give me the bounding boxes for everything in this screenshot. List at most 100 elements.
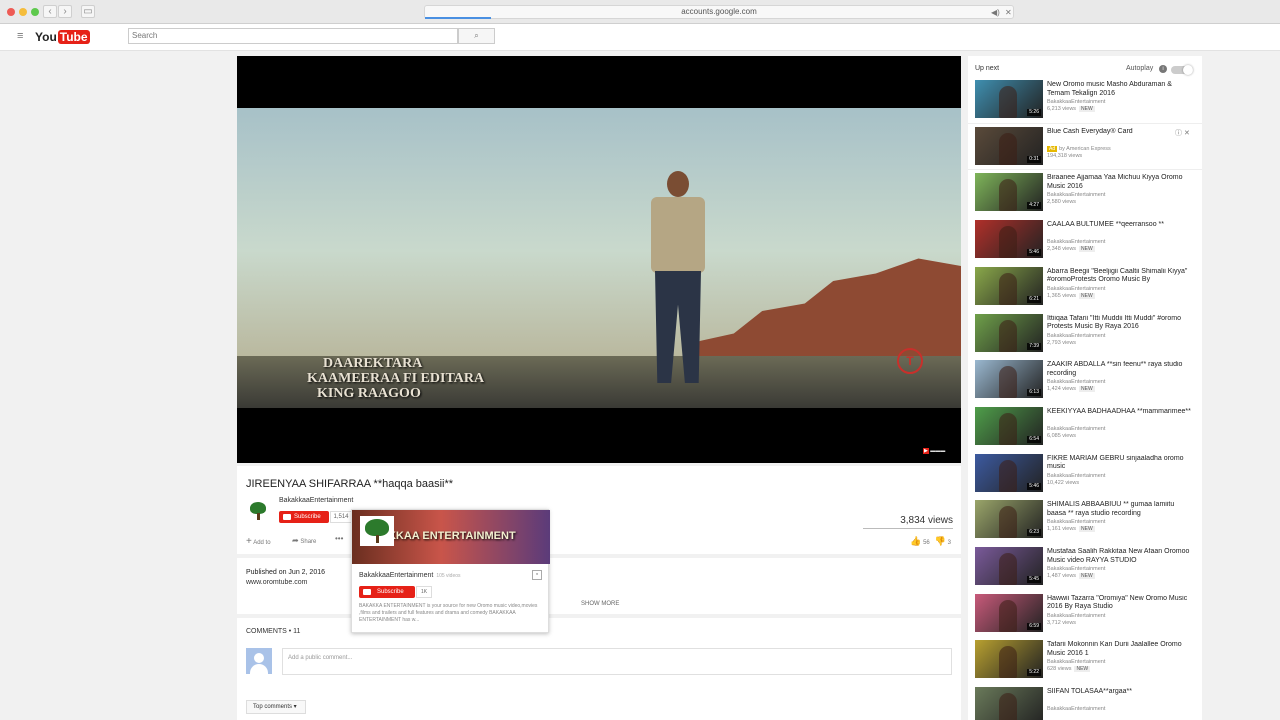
- description-card: Published on Jun 2, 2016 www.oromtube.co…: [237, 558, 961, 614]
- video-meta: 6,213 views NEW: [1047, 106, 1095, 112]
- ad-badge: Ad: [1047, 145, 1058, 152]
- video-channel-name: BakakkaaEntertainment: [1047, 239, 1106, 246]
- like-ratio-bar: [863, 528, 953, 529]
- video-list-item[interactable]: 5:22 Tafarii Mokonnin Kan Durii Jaalallee…: [968, 640, 1202, 684]
- video-list-item[interactable]: 6:23 SHIMALIS ABBAABIUU ** gumaa lamiitu …: [968, 500, 1202, 544]
- video-title[interactable]: Ittiiqaa Tafarii "Itti Muddii Itti Muddi…: [1047, 315, 1195, 332]
- maximize-window-icon[interactable]: [31, 8, 39, 16]
- video-title[interactable]: ZAAKIR ABDALLA **sin feenu** raya studio…: [1047, 361, 1195, 378]
- hovercard-subscribe-button[interactable]: Subscribe: [359, 586, 415, 598]
- video-channel: BakakkaaEntertainment: [1047, 473, 1105, 479]
- search-button[interactable]: ⌕: [458, 28, 495, 44]
- video-list-item[interactable]: 5:26 New Oromo music Masho Abduraman & Te…: [968, 80, 1202, 124]
- video-meta: 1,161 views NEW: [1047, 526, 1095, 533]
- address-bar[interactable]: accounts.google.com ◀) ✕: [424, 5, 1014, 19]
- comment-input[interactable]: Add a public comment...: [282, 648, 952, 675]
- video-thumbnail[interactable]: 5:22: [975, 640, 1043, 679]
- autoplay-toggle[interactable]: [1171, 65, 1193, 75]
- channel-name[interactable]: BakakkaaEntertainment: [279, 497, 353, 504]
- video-channel-name: BakakkaaEntertainment: [1047, 379, 1106, 386]
- subscribe-button[interactable]: Subscribe: [279, 511, 329, 523]
- video-thumbnail[interactable]: 6:54: [975, 406, 1043, 445]
- speaker-icon[interactable]: ◀): [991, 7, 1000, 19]
- search-input[interactable]: Search: [128, 28, 458, 44]
- thumbs-down-icon[interactable]: 👎: [935, 536, 946, 546]
- video-list-item[interactable]: 4:27 Biraanee Ajjamaa Yaa Michuu Kiyya Or…: [968, 173, 1202, 217]
- sidebar-toggle-icon[interactable]: ▭: [81, 5, 95, 18]
- video-duration: 5:45: [1027, 576, 1041, 583]
- back-arrow-icon[interactable]: ‹: [43, 5, 57, 18]
- video-title[interactable]: New Oromo music Masho Abduraman & Temam …: [1047, 81, 1195, 98]
- more-actions-button[interactable]: •••: [335, 534, 343, 543]
- video-channel-name: BakakkaaEntertainment: [1047, 612, 1106, 619]
- video-thumbnail[interactable]: 6:21: [975, 266, 1043, 305]
- video-channel: BakakkaaEntertainment: [1047, 613, 1105, 619]
- video-title[interactable]: Biraanee Ajjamaa Yaa Michuu Kiyya Oromo …: [1047, 174, 1195, 191]
- video-list-item[interactable]: 5:46 FIKRE MARIAM GEBRU sinjaaladha oromo…: [968, 453, 1202, 498]
- channel-avatar[interactable]: [247, 500, 269, 522]
- ad-list-item[interactable]: 0:31 Blue Cash Everyday® Card Ad by America…: [968, 122, 1202, 171]
- minimize-window-icon[interactable]: [19, 8, 27, 16]
- video-list-item[interactable]: SIIFAN TOLASAA**argaa** BakakkaaEntertain…: [968, 687, 1202, 720]
- video-title[interactable]: KEEKIYYAA BADHAADHAA **mammarimee**: [1047, 408, 1195, 417]
- video-channel-name: BakakkaaEntertainment: [1047, 659, 1106, 666]
- sort-comments-dropdown[interactable]: Top comments ▾: [246, 700, 306, 714]
- video-list-item[interactable]: 6:21 Abarra Beegii "Beeljigii Caaltii Shi…: [968, 266, 1202, 311]
- like-count: 56: [923, 540, 930, 546]
- video-title[interactable]: Tafarii Mokonnin Kan Durii Jaalallee Oro…: [1047, 641, 1195, 658]
- video-thumbnail[interactable]: 4:27: [975, 173, 1043, 212]
- view-count: 3,834 views: [900, 515, 953, 526]
- video-thumbnail[interactable]: 0:31: [975, 126, 1043, 165]
- video-list-item[interactable]: 5:45 Mustafaa Saalih Rakkitaa New Afaan O…: [968, 547, 1202, 591]
- ad-close-icon[interactable]: ✕: [1184, 130, 1190, 137]
- video-thumbnail[interactable]: 5:26: [975, 80, 1043, 118]
- video-thumbnail[interactable]: 6:13: [975, 360, 1043, 399]
- video-channel-name: BakakkaaEntertainment: [1047, 192, 1106, 199]
- video-thumbnail[interactable]: 6:59: [975, 593, 1043, 632]
- video-thumbnail[interactable]: 7:39: [975, 313, 1043, 352]
- video-title[interactable]: SHIMALIS ABBAABIUU ** gumaa lamiitu baas…: [1047, 501, 1195, 518]
- video-meta: 628 views NEW: [1047, 666, 1091, 673]
- close-window-icon[interactable]: [7, 8, 15, 16]
- video-list-item[interactable]: 6:13 ZAAKIR ABDALLA **sin feenu** raya st…: [968, 360, 1202, 404]
- channel-watermark[interactable]: T: [897, 348, 923, 374]
- video-title[interactable]: Hawwii Tazarra "Oromiya" New Oromo Music…: [1047, 595, 1195, 612]
- like-dislike-group: 👍 56 👎 3: [910, 536, 951, 547]
- thumbs-up-icon[interactable]: 👍: [910, 536, 921, 546]
- plus-icon: +: [246, 536, 252, 547]
- video-views: 3,712 views: [1047, 619, 1077, 626]
- video-title[interactable]: CAALAA BULTUMEE **qeerransoo **: [1047, 221, 1195, 230]
- video-player[interactable]: DAAREKTARA KAAMEERAA FI EDITARA KING RAA…: [237, 56, 961, 463]
- video-thumbnail[interactable]: 6:23: [975, 500, 1043, 539]
- video-title[interactable]: Abarra Beegii "Beeljigii Caaltii Shimali…: [1047, 268, 1195, 285]
- video-thumbnail[interactable]: 5:46: [975, 453, 1043, 492]
- video-title[interactable]: SIIFAN TOLASAA**argaa**: [1047, 688, 1195, 697]
- video-meta: 6,085 views: [1047, 433, 1076, 439]
- close-icon[interactable]: ▫: [532, 570, 542, 580]
- video-list-item[interactable]: 7:39 Ittiiqaa Tafarii "Itti Muddii Itti M…: [968, 313, 1202, 358]
- video-title[interactable]: FIKRE MARIAM GEBRU sinjaaladha oromo mus…: [1047, 455, 1195, 472]
- youtube-logo[interactable]: You Tube: [35, 30, 90, 44]
- video-meta: 3,712 views: [1047, 620, 1076, 626]
- hovercard-avatar[interactable]: [360, 516, 394, 546]
- ad-info-icon[interactable]: ⓘ: [1175, 130, 1184, 137]
- video-title[interactable]: Blue Cash Everyday® Card: [1047, 128, 1195, 137]
- video-thumbnail[interactable]: [975, 687, 1043, 720]
- video-list-item[interactable]: 6:54 KEEKIYYAA BADHAADHAA **mammarimee** B…: [968, 406, 1202, 451]
- description-link[interactable]: www.oromtube.com: [246, 579, 307, 586]
- info-icon[interactable]: i: [1159, 65, 1167, 73]
- share-button[interactable]: ➦ Share: [292, 536, 316, 545]
- video-title[interactable]: Mustafaa Saalih Rakkitaa New Afaan Oromo…: [1047, 548, 1195, 565]
- show-more-button[interactable]: SHOW MORE: [581, 601, 619, 607]
- video-thumbnail[interactable]: 5:45: [975, 547, 1043, 585]
- youtube-corner-logo[interactable]: ▶ ▬▬▬: [923, 448, 945, 454]
- video-list-item[interactable]: 5:46 CAALAA BULTUMEE **qeerransoo ** Bakak…: [968, 220, 1202, 264]
- menu-icon[interactable]: ≡: [17, 30, 23, 42]
- hovercard-channel-name[interactable]: BakakkaaEntertainment 105 videos: [359, 572, 461, 579]
- video-thumbnail[interactable]: 5:46: [975, 220, 1043, 259]
- forward-arrow-icon[interactable]: ›: [58, 5, 72, 18]
- add-to-button[interactable]: + Add to: [246, 536, 271, 547]
- stop-loading-icon[interactable]: ✕: [1005, 7, 1012, 19]
- up-next-sidebar: Up next Autoplay i 5:26 New Oromo music M…: [968, 56, 1202, 720]
- video-list-item[interactable]: 6:59 Hawwii Tazarra "Oromiya" New Oromo M…: [968, 593, 1202, 638]
